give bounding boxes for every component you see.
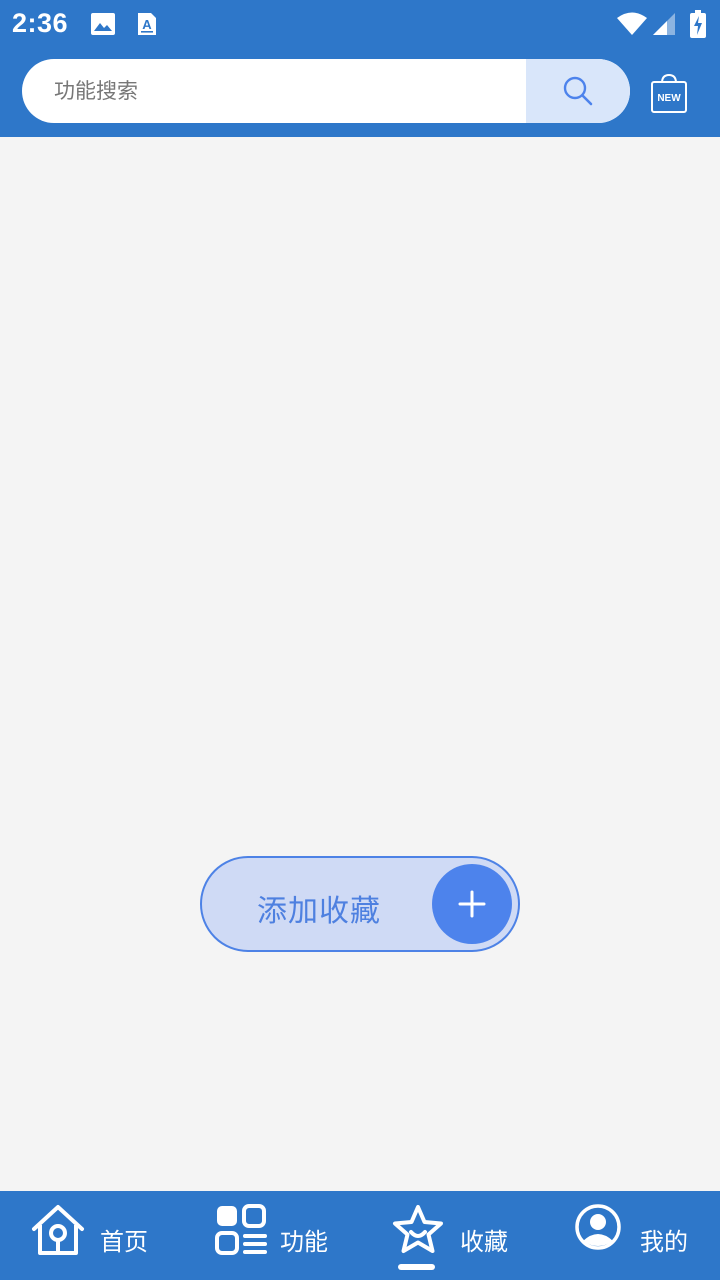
wifi-icon [617,12,647,35]
tab-favorites-label: 收藏 [460,1228,508,1256]
plus-circle [432,864,512,944]
active-tab-indicator [398,1264,435,1270]
plus-icon [458,890,486,918]
shopping-bag-icon: NEW [651,73,687,113]
search-icon [563,76,593,106]
header: NEW [0,48,720,137]
grid-icon [215,1204,267,1255]
battery-charging-icon [690,10,706,38]
add-favorite-button[interactable]: 添加收藏 [200,856,520,952]
star-icon [393,1205,443,1253]
home-icon [32,1205,84,1255]
search-input[interactable] [22,59,526,123]
new-bag-button[interactable]: NEW [648,72,690,114]
signal-icon [653,13,675,35]
bottom-tab-bar: 首页 功能 收藏 我的 [0,1191,720,1280]
user-icon [575,1204,621,1250]
tab-mine-label: 我的 [640,1228,688,1256]
tab-favorites[interactable]: 收藏 [360,1191,540,1280]
tab-home[interactable]: 首页 [0,1191,180,1280]
status-bar: 2:36 A [0,0,720,48]
tab-functions[interactable]: 功能 [180,1191,360,1280]
tab-home-label: 首页 [100,1228,148,1256]
new-badge-text: NEW [657,93,681,104]
image-icon [91,13,115,35]
svg-text:A: A [142,17,152,32]
add-favorite-label: 添加收藏 [257,894,381,929]
search-button[interactable] [526,59,630,123]
status-time: 2:36 [12,8,69,38]
tab-mine[interactable]: 我的 [540,1191,720,1280]
search-box [22,59,630,123]
tab-functions-label: 功能 [280,1228,328,1256]
text-a-icon: A [138,13,156,35]
